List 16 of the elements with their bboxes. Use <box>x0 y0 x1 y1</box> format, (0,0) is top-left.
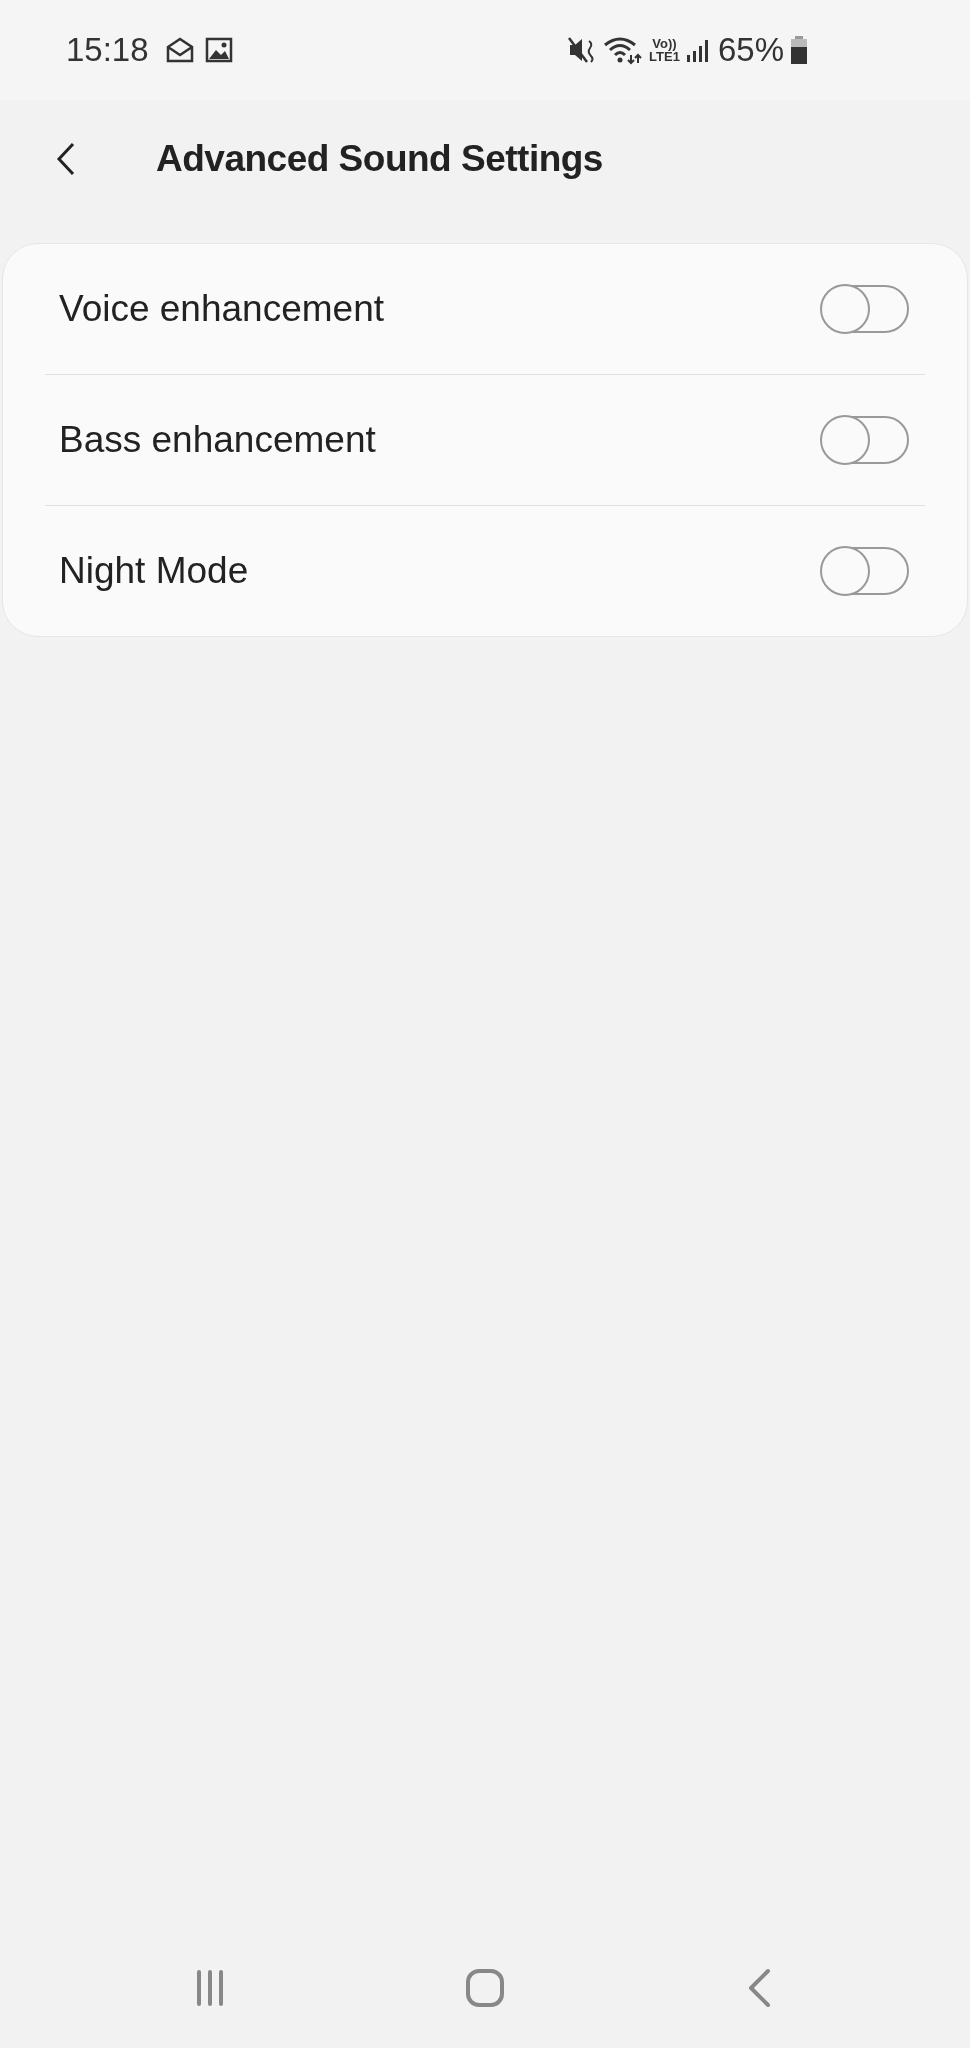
setting-label: Voice enhancement <box>59 288 384 330</box>
battery-percent: 65% <box>717 31 784 69</box>
toggle-switch[interactable] <box>821 285 909 333</box>
lte-label: LTE1 <box>649 50 680 63</box>
status-time: 15:18 <box>66 31 149 69</box>
volte-label: Vo)) <box>652 37 677 50</box>
toggle-switch[interactable] <box>821 416 909 464</box>
setting-label: Night Mode <box>59 550 249 592</box>
toggle-switch[interactable] <box>821 547 909 595</box>
page-title: Advanced Sound Settings <box>156 137 603 180</box>
image-icon <box>204 37 233 63</box>
envelope-icon <box>164 37 195 63</box>
home-icon[interactable] <box>465 1968 505 2008</box>
setting-label: Bass enhancement <box>59 419 376 461</box>
wifi-icon <box>603 35 644 65</box>
battery-icon <box>790 36 808 64</box>
